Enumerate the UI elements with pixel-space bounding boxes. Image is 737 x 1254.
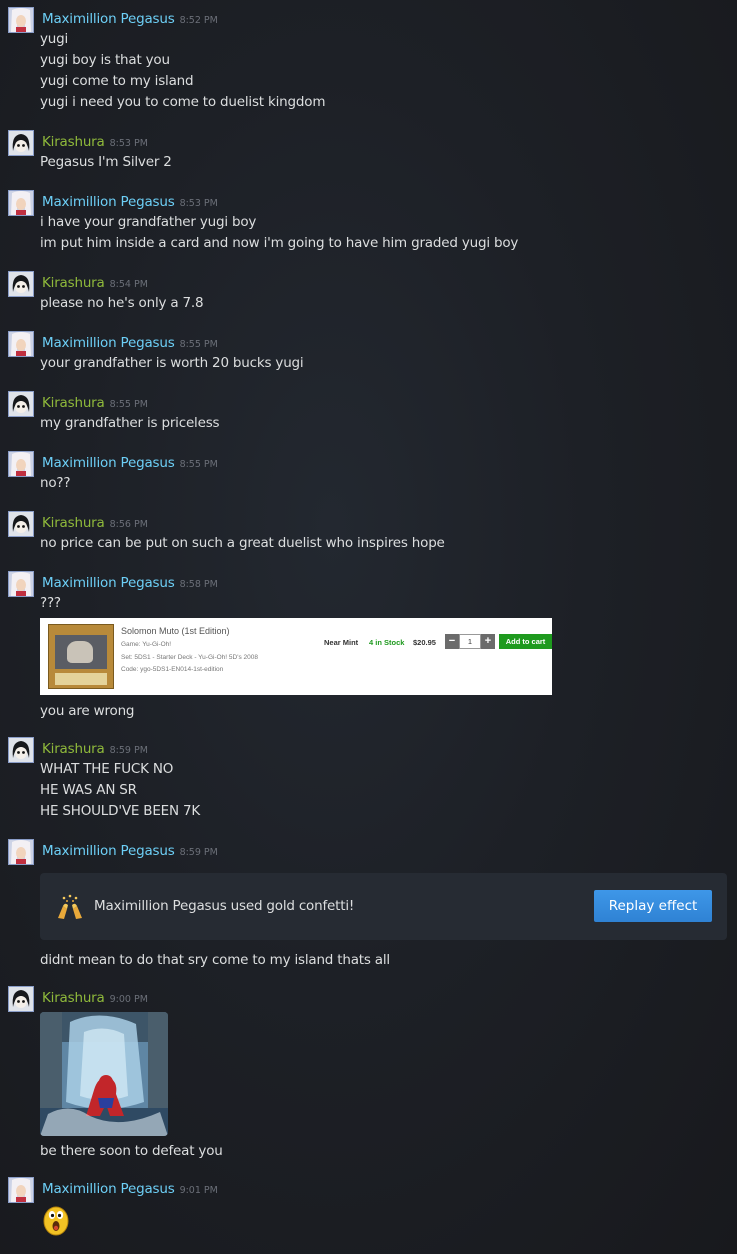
avatar-pegasus[interactable] [8, 839, 34, 865]
card-thumbnail [48, 624, 114, 689]
product-code: Code: ygo-5DS1-EN014-1st-edition [121, 666, 224, 673]
timestamp: 8:55 PM [179, 339, 218, 350]
message-line: yugi [40, 31, 69, 47]
timestamp: 8:53 PM [109, 138, 148, 149]
message-line: HE WAS AN SR [40, 782, 137, 798]
quantity-plus-button: + [481, 634, 495, 649]
timestamp: 9:00 PM [109, 994, 148, 1005]
message-line: ??? [40, 595, 61, 611]
chat-log: Maximillion Pegasus 8:52 PM yugi yugi boy… [0, 0, 737, 1254]
message-line: didnt mean to do that sry come to my isl… [40, 952, 390, 968]
product-condition: Near Mint [324, 638, 359, 647]
message-line: WHAT THE FUCK NO [40, 761, 174, 777]
message-line: yugi come to my island [40, 73, 194, 89]
timestamp: 9:01 PM [179, 1185, 218, 1196]
gold-confetti-hands-icon [58, 894, 82, 919]
avatar-pegasus[interactable] [8, 1177, 34, 1203]
replay-effect-button[interactable]: Replay effect [594, 890, 712, 922]
message-line: my grandfather is priceless [40, 415, 220, 431]
author-name[interactable]: Maximillion Pegasus [42, 335, 175, 351]
timestamp: 8:59 PM [179, 847, 218, 858]
avatar-pegasus[interactable] [8, 571, 34, 597]
author-name[interactable]: Maximillion Pegasus [42, 575, 175, 591]
author-name[interactable]: Maximillion Pegasus [42, 1181, 175, 1197]
message-line: Pegasus I'm Silver 2 [40, 154, 172, 170]
message-line: be there soon to defeat you [40, 1143, 223, 1159]
timestamp: 8:56 PM [109, 519, 148, 530]
message-line: im put him inside a card and now i'm goi… [40, 235, 519, 251]
avatar-kirashura[interactable] [8, 391, 34, 417]
message-line: you are wrong [40, 703, 135, 719]
author-name[interactable]: Kirashura [42, 515, 105, 531]
author-name[interactable]: Maximillion Pegasus [42, 455, 175, 471]
avatar-kirashura[interactable] [8, 271, 34, 297]
author-name[interactable]: Kirashura [42, 395, 105, 411]
timestamp: 8:55 PM [179, 459, 218, 470]
avatar-kirashura[interactable] [8, 130, 34, 156]
author-name[interactable]: Maximillion Pegasus [42, 194, 175, 210]
message-line: no price can be put on such a great duel… [40, 535, 445, 551]
quantity-field: 1 [459, 634, 481, 649]
author-name[interactable]: Kirashura [42, 275, 105, 291]
product-game: Game: Yu-Gi-Oh! [121, 641, 172, 648]
message-line: i have your grandfather yugi boy [40, 214, 257, 230]
product-price: $20.95 [413, 638, 436, 647]
message-line: yugi i need you to come to duelist kingd… [40, 94, 326, 110]
message-line: please no he's only a 7.8 [40, 295, 204, 311]
room-effect-banner: Maximillion Pegasus used gold confetti! … [40, 873, 727, 940]
author-name[interactable]: Kirashura [42, 741, 105, 757]
timestamp: 8:55 PM [109, 399, 148, 410]
quantity-minus-button: − [445, 634, 459, 649]
message-line: no?? [40, 475, 71, 491]
avatar-kirashura[interactable] [8, 986, 34, 1012]
author-name[interactable]: Kirashura [42, 990, 105, 1006]
product-title: Solomon Muto (1st Edition) [121, 626, 230, 636]
effect-text: Maximillion Pegasus used gold confetti! [94, 898, 355, 914]
timestamp: 8:54 PM [109, 279, 148, 290]
product-set: Set: 5DS1 - Starter Deck - Yu-Gi-Oh! 5D'… [121, 654, 258, 661]
avatar-kirashura[interactable] [8, 511, 34, 537]
avatar-pegasus[interactable] [8, 7, 34, 33]
add-to-cart-button: Add to cart [499, 634, 552, 649]
message-line: yugi boy is that you [40, 52, 170, 68]
timestamp: 8:58 PM [179, 579, 218, 590]
avatar-kirashura[interactable] [8, 737, 34, 763]
author-name[interactable]: Maximillion Pegasus [42, 843, 175, 859]
surprised-face-emoticon-icon [43, 1206, 69, 1236]
author-name[interactable]: Maximillion Pegasus [42, 11, 175, 27]
image-attachment[interactable] [40, 1012, 168, 1136]
message-line: your grandfather is worth 20 bucks yugi [40, 355, 304, 371]
product-card-image[interactable]: Solomon Muto (1st Edition) Game: Yu-Gi-O… [40, 618, 552, 695]
avatar-pegasus[interactable] [8, 190, 34, 216]
timestamp: 8:59 PM [109, 745, 148, 756]
timestamp: 8:53 PM [179, 198, 218, 209]
product-stock: 4 in Stock [369, 638, 405, 647]
timestamp: 8:52 PM [179, 15, 218, 26]
avatar-pegasus[interactable] [8, 331, 34, 357]
author-name[interactable]: Kirashura [42, 134, 105, 150]
message-line: HE SHOULD'VE BEEN 7K [40, 803, 201, 819]
avatar-pegasus[interactable] [8, 451, 34, 477]
